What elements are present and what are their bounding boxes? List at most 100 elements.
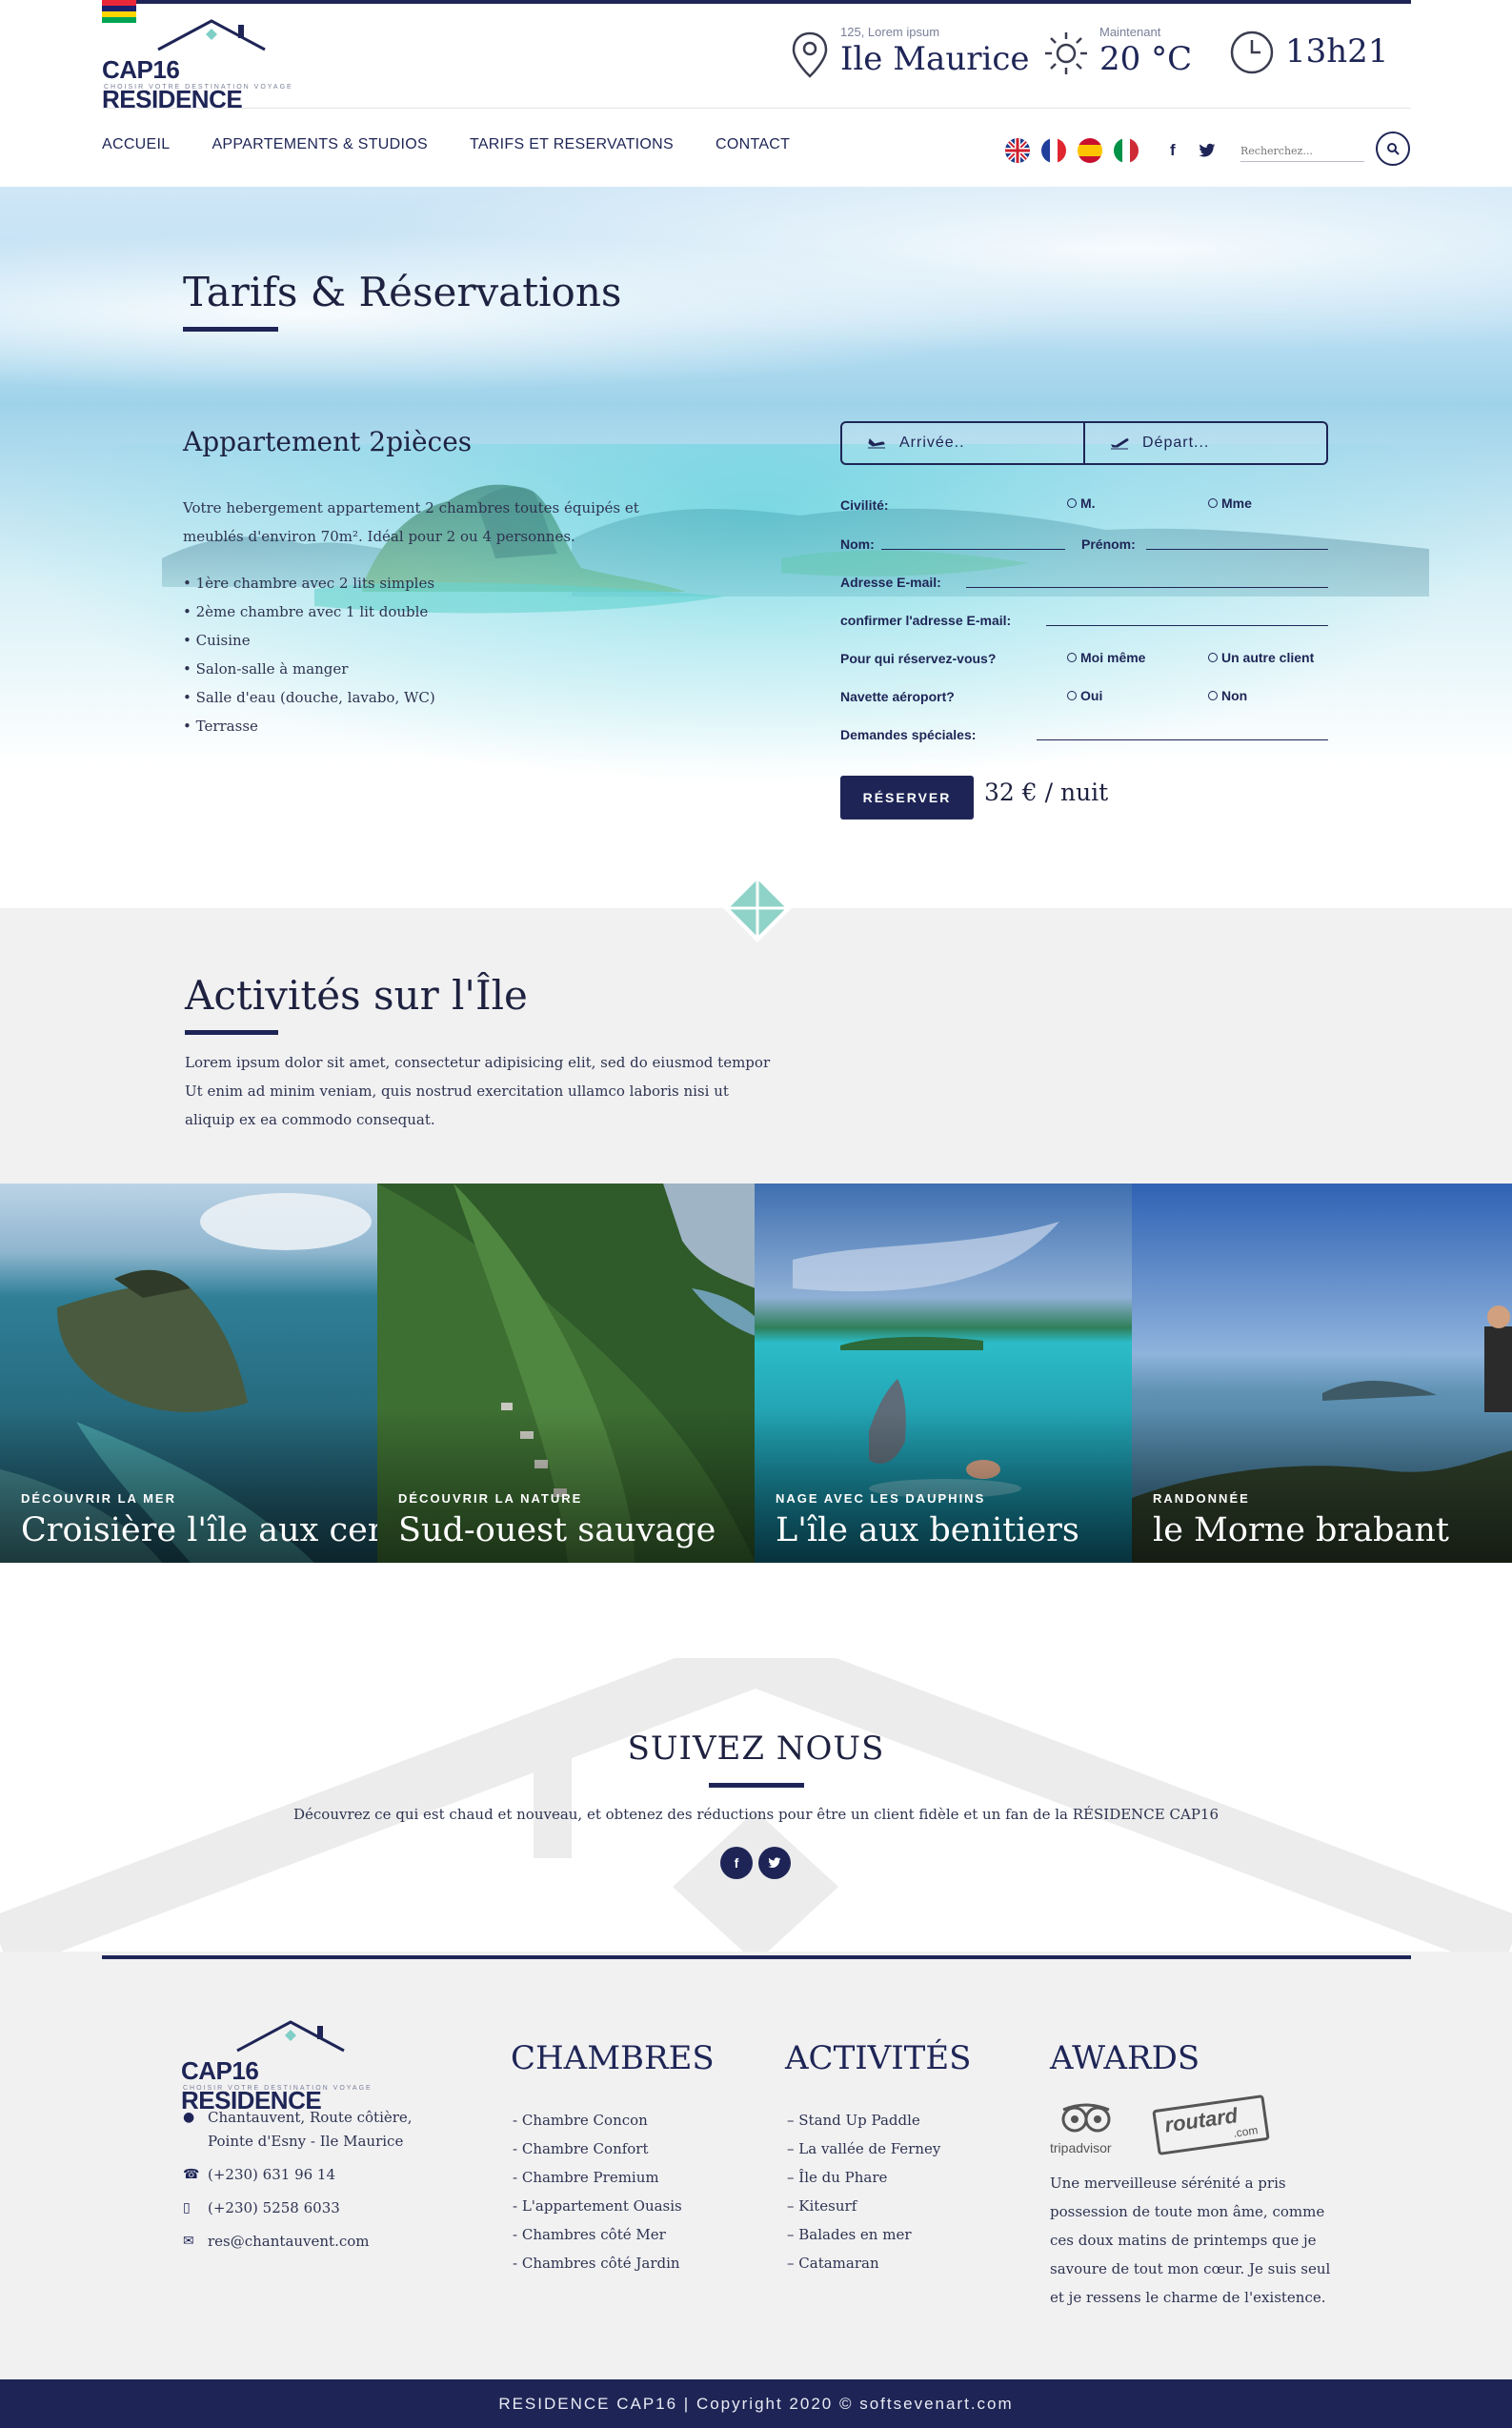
footer-link[interactable]: - Chambre Confort [513, 2135, 682, 2163]
phone-number[interactable]: (+230) 631 96 14 [208, 2163, 335, 2187]
address-line1: Chantauvent, Route côtière, [208, 2109, 413, 2126]
tripadvisor-wordmark: tripadvisor [1050, 2140, 1112, 2155]
civility-m-radio[interactable]: M. [1067, 496, 1096, 511]
facebook-button[interactable]: f [720, 1847, 753, 1879]
flag-es-icon[interactable] [1078, 138, 1102, 163]
apartment-features: • 1ère chambre avec 2 lits simples • 2èm… [183, 569, 435, 740]
footer-link[interactable]: - Chambres côté Mer [513, 2220, 682, 2249]
for-whom-label: Pour qui réservez-vous? [840, 651, 997, 666]
date-range-picker: Arrivée.. Départ... [840, 421, 1328, 465]
nav-item-tarifs[interactable]: TARIFS ET RESERVATIONS [470, 136, 674, 159]
twitter-button[interactable] [758, 1847, 791, 1879]
footer-link[interactable]: – Stand Up Paddle [787, 2106, 940, 2135]
flag-it-icon[interactable] [1114, 138, 1139, 163]
flag-uk-icon[interactable] [1005, 138, 1030, 163]
mobile-icon: ▯ [183, 2200, 191, 2216]
nightly-price: 32 € / nuit [984, 779, 1109, 806]
requests-label: Demandes spéciales: [840, 727, 977, 742]
flag-fr-icon[interactable] [1041, 138, 1066, 163]
location-name: Ile Maurice [840, 40, 1030, 78]
twitter-icon[interactable] [1199, 143, 1216, 158]
map-pin-icon [792, 31, 828, 78]
radio-circle-icon [1208, 653, 1218, 662]
nav-item-contact[interactable]: CONTACT [716, 136, 790, 159]
language-switcher [1005, 138, 1139, 163]
footer-link[interactable]: - Chambres côté Jardin [513, 2249, 682, 2277]
activity-tile-dolphins[interactable]: NAGE AVEC LES DAUPHINS L'île aux benitie… [755, 1184, 1133, 1563]
for-other-radio[interactable]: Un autre client [1208, 650, 1314, 665]
list-item: • 1ère chambre avec 2 lits simples [183, 575, 435, 592]
brand-logo[interactable]: CAP16 RESIDENCE CHOISIR VOTRE DESTINATIO… [102, 17, 321, 113]
name-input[interactable] [881, 549, 1065, 550]
shuttle-yes-radio[interactable]: Oui [1067, 688, 1102, 703]
nav-item-appartements[interactable]: APPARTEMENTS & STUDIOS [212, 136, 428, 159]
roof-logo-icon [236, 2020, 345, 2053]
civility-mme-radio[interactable]: Mme [1208, 496, 1252, 511]
list-item: • Salle d'eau (douche, lavabo, WC) [183, 689, 435, 706]
activity-tile-hiking[interactable]: RANDONNÉE le Morne brabant [1132, 1184, 1512, 1563]
email-confirm-label: confirmer l'adresse E-mail: [840, 613, 1012, 628]
list-item: • 2ème chambre avec 1 lit double [183, 603, 429, 620]
activity-tile-sea[interactable]: DÉCOUVRIR LA MER Croisière l'île aux cer… [0, 1184, 378, 1563]
copyright-bar: RESIDENCE CAP16 | Copyright 2020 © softs… [0, 2379, 1512, 2428]
tile-title: Croisière l'île aux cerfs [21, 1511, 378, 1549]
activity-tile-nature[interactable]: DÉCOUVRIR LA NATURE Sud-ouest sauvage [377, 1184, 756, 1563]
email-confirm-input[interactable] [1046, 625, 1328, 626]
footer-link[interactable]: - Chambre Premium [513, 2163, 682, 2192]
search-button[interactable] [1376, 132, 1410, 166]
facebook-icon[interactable]: f [1170, 141, 1176, 160]
phone-icon: ☎ [183, 2167, 200, 2182]
shuttle-label: Navette aéroport? [840, 689, 955, 704]
awards-testimonial: Une merveilleuse sérénité a pris possess… [1050, 2175, 1331, 2306]
name-label: Nom: [840, 536, 875, 552]
nav-item-accueil[interactable]: ACCUEIL [102, 136, 170, 159]
activities-title: Activités sur l'Île [185, 972, 528, 1019]
list-item: • Salon-salle à manger [183, 660, 349, 678]
footer-activites-title: ACTIVITÉS [785, 2039, 972, 2077]
shuttle-no-radio[interactable]: Non [1208, 688, 1247, 703]
radio-circle-icon [1208, 498, 1218, 508]
clock-icon [1230, 30, 1274, 74]
footer-contact: ● Chantauvent, Route côtière, Pointe d'E… [183, 2106, 413, 2263]
plane-takeoff-icon [1111, 438, 1129, 450]
reserve-button[interactable]: RÉSERVER [840, 776, 974, 819]
email-link[interactable]: res@chantauvent.com [208, 2230, 370, 2254]
current-time: 13h21 [1285, 32, 1389, 71]
firstname-label: Prénom: [1081, 536, 1136, 552]
footer-link[interactable]: - L'appartement Ouasis [513, 2192, 682, 2220]
roof-logo-icon [157, 19, 266, 51]
footer-link[interactable]: – Catamaran [787, 2249, 940, 2277]
requests-input[interactable] [1037, 739, 1328, 740]
for-me-radio[interactable]: Moi même [1067, 650, 1145, 665]
firstname-input[interactable] [1146, 549, 1328, 550]
tripadvisor-logo[interactable]: tripadvisor [1050, 2102, 1126, 2155]
sun-icon [1045, 32, 1087, 74]
radio-label: Mme [1221, 496, 1252, 511]
tile-title: L'île aux benitiers [776, 1511, 1079, 1549]
time-info: 13h21 [1228, 23, 1409, 80]
weather-info: Maintenant 20 °C [1041, 23, 1213, 80]
footer-logo[interactable]: CAP16 RESIDENCE CHOISIR VOTRE DESTINATIO… [181, 2018, 400, 2114]
email-input[interactable] [966, 587, 1328, 588]
compass-diamond-icon [723, 874, 792, 942]
location-small: 125, Lorem ipsum [840, 25, 940, 39]
radio-label: Un autre client [1221, 650, 1315, 665]
footer-link[interactable]: – Balades en mer [787, 2220, 940, 2249]
header-socials: f [1170, 141, 1216, 160]
footer-link[interactable]: – Île du Phare [787, 2163, 940, 2192]
footer-awards-title: AWARDS [1050, 2039, 1200, 2077]
tile-title: le Morne brabant [1153, 1511, 1449, 1549]
footer-activites-list: – Stand Up Paddle – La vallée de Ferney … [787, 2106, 940, 2277]
search-input[interactable] [1240, 141, 1364, 162]
departure-date-field[interactable]: Départ... [1083, 423, 1326, 463]
arrival-date-field[interactable]: Arrivée.. [842, 423, 1083, 463]
temperature: 20 °C [1099, 40, 1193, 78]
tile-kicker: DÉCOUVRIR LA NATURE [398, 1491, 583, 1506]
footer-link[interactable]: – La vallée de Ferney [787, 2135, 940, 2163]
footer-link[interactable]: - Chambre Concon [513, 2106, 682, 2135]
footer-link[interactable]: – Kitesurf [787, 2192, 940, 2220]
list-item: • Terrasse [183, 718, 258, 735]
mobile-number[interactable]: (+230) 5258 6033 [208, 2196, 340, 2220]
radio-circle-icon [1067, 653, 1077, 662]
facebook-icon: f [734, 1855, 739, 1871]
